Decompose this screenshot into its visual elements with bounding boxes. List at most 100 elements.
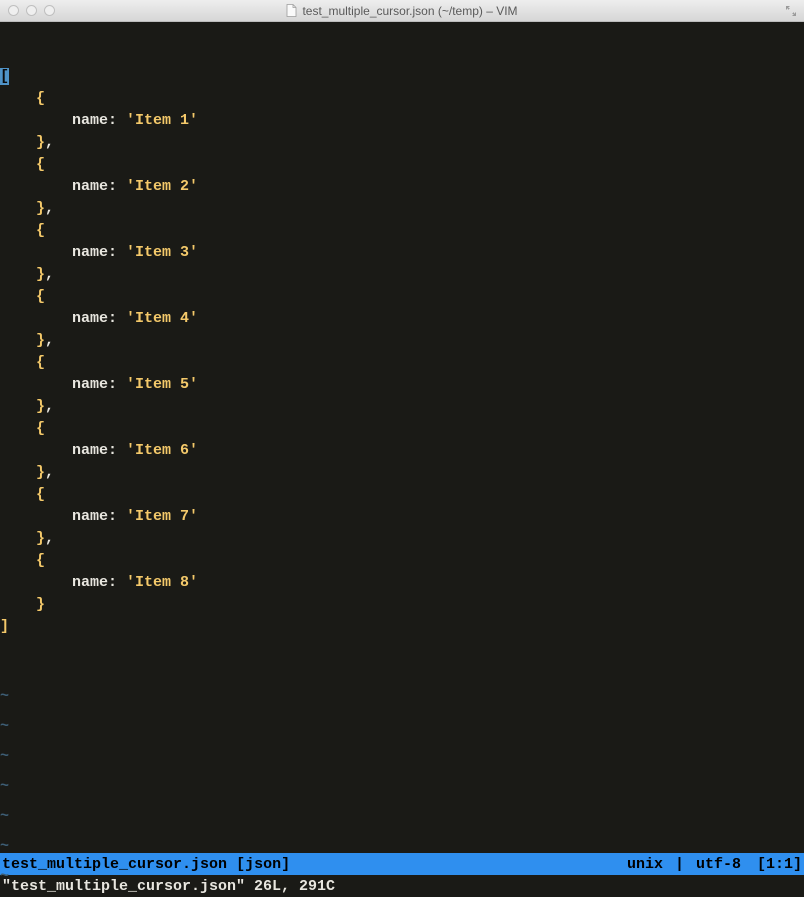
code-line-close-bracket[interactable]: ] (0, 616, 804, 638)
code-line[interactable]: name: 'Item 3' (0, 242, 804, 264)
document-icon (286, 4, 297, 17)
tilde-line: ~ (0, 742, 804, 772)
tilde-line: ~ (0, 772, 804, 802)
code-line[interactable]: }, (0, 462, 804, 484)
code-line[interactable]: }, (0, 528, 804, 550)
comma: , (45, 464, 54, 481)
colon: : (108, 244, 126, 261)
code-line[interactable]: } (0, 594, 804, 616)
status-position: [1:1] (757, 856, 802, 873)
minimize-window-button[interactable] (26, 5, 37, 16)
window-title: test_multiple_cursor.json (~/temp) – VIM (0, 4, 804, 18)
comma: , (45, 530, 54, 547)
close-brace: } (36, 134, 45, 151)
window-controls (0, 5, 55, 16)
string-value: 'Item 5' (126, 376, 198, 393)
tilde-line: ~ (0, 802, 804, 832)
colon: : (108, 310, 126, 327)
status-filetype: [json] (236, 856, 290, 873)
string-value: 'Item 3' (126, 244, 198, 261)
code-line[interactable]: { (0, 154, 804, 176)
code-line[interactable]: name: 'Item 8' (0, 572, 804, 594)
open-brace: { (36, 552, 45, 569)
code-line-open-bracket[interactable]: [ (0, 66, 804, 88)
comma: , (45, 266, 54, 283)
code-line[interactable]: name: 'Item 2' (0, 176, 804, 198)
window-title-text: test_multiple_cursor.json (~/temp) – VIM (302, 4, 517, 18)
string-value: 'Item 7' (126, 508, 198, 525)
string-value: 'Item 6' (126, 442, 198, 459)
close-brace: } (36, 596, 45, 613)
title-bar: test_multiple_cursor.json (~/temp) – VIM (0, 0, 804, 22)
code-line[interactable]: name: 'Item 1' (0, 110, 804, 132)
status-separator: | (669, 856, 690, 873)
string-value: 'Item 8' (126, 574, 198, 591)
property-key: name (72, 442, 108, 459)
open-brace: { (36, 420, 45, 437)
colon: : (108, 178, 126, 195)
property-key: name (72, 310, 108, 327)
string-value: 'Item 2' (126, 178, 198, 195)
close-brace: } (36, 398, 45, 415)
open-brace: { (36, 288, 45, 305)
colon: : (108, 376, 126, 393)
property-key: name (72, 508, 108, 525)
code-line[interactable]: }, (0, 264, 804, 286)
code-line[interactable]: name: 'Item 6' (0, 440, 804, 462)
close-brace: } (36, 266, 45, 283)
code-line[interactable]: { (0, 286, 804, 308)
comma: , (45, 332, 54, 349)
code-line[interactable]: }, (0, 198, 804, 220)
code-line[interactable]: }, (0, 132, 804, 154)
code-line[interactable]: { (0, 88, 804, 110)
colon: : (108, 508, 126, 525)
command-text: "test_multiple_cursor.json" 26L, 291C (2, 878, 335, 895)
colon: : (108, 574, 126, 591)
code-line[interactable]: }, (0, 396, 804, 418)
status-filename: test_multiple_cursor.json (2, 856, 227, 873)
code-line[interactable]: { (0, 418, 804, 440)
zoom-window-button[interactable] (44, 5, 55, 16)
editor-pane[interactable]: [ { name: 'Item 1' }, { name: 'Item 2' }… (0, 22, 804, 853)
comma: , (45, 134, 54, 151)
code-line[interactable]: name: 'Item 7' (0, 506, 804, 528)
code-line[interactable]: name: 'Item 4' (0, 308, 804, 330)
property-key: name (72, 244, 108, 261)
code-line[interactable]: { (0, 484, 804, 506)
string-value: 'Item 4' (126, 310, 198, 327)
colon: : (108, 442, 126, 459)
code-area[interactable]: [ { name: 'Item 1' }, { name: 'Item 2' }… (0, 66, 804, 638)
command-line: "test_multiple_cursor.json" 26L, 291C (0, 875, 804, 897)
open-brace: { (36, 354, 45, 371)
property-key: name (72, 574, 108, 591)
open-brace: { (36, 222, 45, 239)
status-line: test_multiple_cursor.json [json] unix | … (0, 853, 804, 875)
fullscreen-button[interactable] (784, 4, 798, 18)
open-bracket: [ (0, 68, 9, 85)
status-fileformat: unix (627, 856, 663, 873)
close-brace: } (36, 332, 45, 349)
tilde-line: ~ (0, 682, 804, 712)
close-bracket: ] (0, 618, 9, 635)
open-brace: { (36, 486, 45, 503)
code-line[interactable]: { (0, 220, 804, 242)
code-line[interactable]: name: 'Item 5' (0, 374, 804, 396)
close-window-button[interactable] (8, 5, 19, 16)
close-brace: } (36, 530, 45, 547)
open-brace: { (36, 90, 45, 107)
code-line[interactable]: { (0, 550, 804, 572)
close-brace: } (36, 464, 45, 481)
code-line[interactable]: { (0, 352, 804, 374)
comma: , (45, 398, 54, 415)
property-key: name (72, 178, 108, 195)
code-line[interactable]: }, (0, 330, 804, 352)
property-key: name (72, 376, 108, 393)
open-brace: { (36, 156, 45, 173)
tilde-line: ~ (0, 712, 804, 742)
string-value: 'Item 1' (126, 112, 198, 129)
status-encoding: utf-8 (696, 856, 741, 873)
close-brace: } (36, 200, 45, 217)
comma: , (45, 200, 54, 217)
property-key: name (72, 112, 108, 129)
colon: : (108, 112, 126, 129)
